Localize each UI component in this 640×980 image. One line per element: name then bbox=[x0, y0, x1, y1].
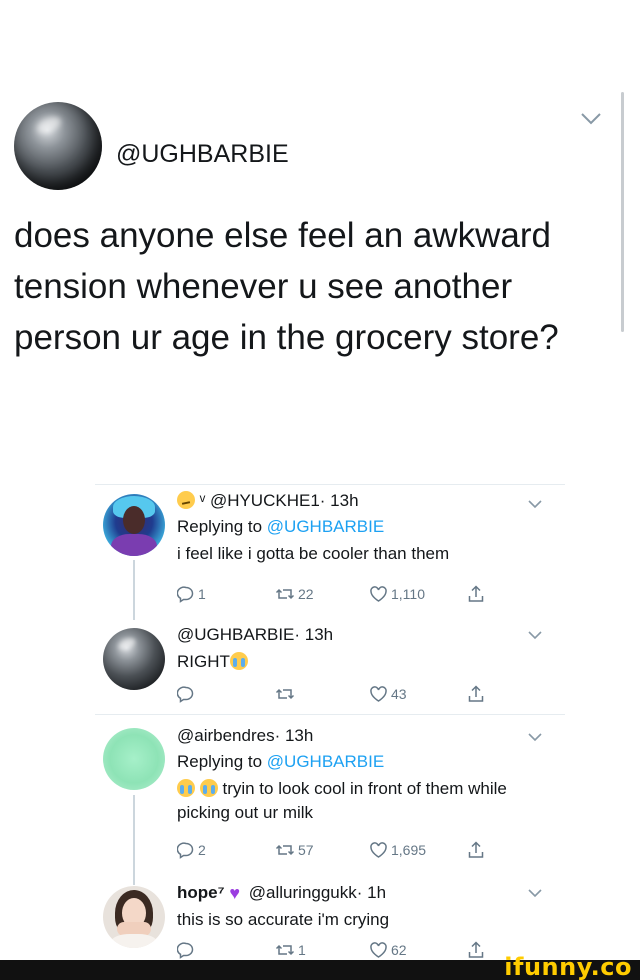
share-action[interactable] bbox=[467, 840, 485, 860]
action-bar: 1 62 bbox=[177, 940, 487, 960]
retweet-action[interactable] bbox=[275, 684, 298, 704]
divider bbox=[95, 714, 565, 715]
reply-action[interactable]: 1 bbox=[177, 584, 206, 604]
reply-display-name[interactable]: hope⁷ bbox=[177, 883, 225, 902]
crying-face-icon bbox=[177, 779, 195, 797]
crying-face-icon bbox=[199, 779, 218, 797]
reply-action[interactable] bbox=[177, 684, 198, 704]
verified-badge: ᵛ bbox=[199, 491, 206, 510]
reply-icon bbox=[177, 842, 194, 859]
thread-line bbox=[133, 795, 135, 885]
reply-handle[interactable]: @airbendres bbox=[177, 726, 275, 745]
replying-to-mention[interactable]: @UGHBARBIE bbox=[267, 752, 384, 771]
reply-icon bbox=[177, 686, 194, 703]
retweet-count: 57 bbox=[298, 842, 314, 858]
reply-text: i feel like i gotta be cooler than them bbox=[177, 544, 450, 563]
reply-count: 1 bbox=[198, 586, 206, 602]
replying-to-label: Replying to bbox=[177, 752, 263, 771]
reply-tweet: @airbendres· 13h Replying to @UGHBARBIE … bbox=[177, 725, 557, 825]
retweet-icon bbox=[275, 844, 295, 856]
action-bar: 43 bbox=[177, 684, 487, 704]
retweet-icon bbox=[275, 944, 295, 956]
like-action[interactable]: 62 bbox=[369, 940, 407, 960]
retweet-count: 22 bbox=[298, 586, 314, 602]
replying-to-label: Replying to bbox=[177, 517, 263, 536]
reply-text: this is so accurate i'm crying bbox=[177, 910, 390, 929]
replying-to-mention[interactable]: @UGHBARBIE bbox=[267, 517, 384, 536]
scrollbar[interactable] bbox=[621, 92, 624, 332]
avatar[interactable] bbox=[103, 728, 165, 790]
main-tweet-avatar[interactable] bbox=[14, 102, 102, 190]
reply-icon bbox=[177, 942, 194, 959]
share-icon bbox=[468, 685, 484, 702]
like-icon bbox=[370, 686, 387, 702]
divider bbox=[95, 484, 565, 485]
like-count: 1,695 bbox=[391, 842, 427, 858]
like-count: 1,110 bbox=[391, 586, 425, 602]
like-icon bbox=[370, 586, 387, 602]
share-action[interactable] bbox=[467, 684, 485, 704]
share-icon bbox=[468, 841, 484, 858]
like-action[interactable]: 43 bbox=[369, 684, 407, 704]
replying-to: Replying to @UGHBARBIE bbox=[177, 516, 557, 538]
reply-action[interactable] bbox=[177, 940, 198, 960]
action-bar: 1 22 1,110 bbox=[177, 584, 487, 604]
thread-line bbox=[133, 560, 135, 620]
chevron-down-icon[interactable] bbox=[527, 630, 543, 640]
reply-icon bbox=[177, 586, 194, 603]
chevron-down-icon[interactable] bbox=[527, 888, 543, 898]
retweet-count: 1 bbox=[298, 942, 306, 958]
reply-tweet: @UGHBARBIE· 13h RIGHT bbox=[177, 624, 557, 674]
reply-handle[interactable]: @alluringgukk bbox=[249, 883, 357, 902]
reply-count: 2 bbox=[198, 842, 206, 858]
like-action[interactable]: 1,110 bbox=[369, 584, 425, 604]
watermark-bar: ifunny.co bbox=[0, 954, 640, 980]
chevron-down-icon[interactable] bbox=[580, 112, 602, 126]
retweet-icon bbox=[275, 688, 295, 700]
retweet-icon bbox=[275, 588, 295, 600]
share-icon bbox=[468, 941, 484, 958]
reply-handle[interactable]: @UGHBARBIE bbox=[177, 625, 294, 644]
reply-text: tryin to look cool in front of them whil… bbox=[177, 779, 507, 822]
reply-header: @airbendres· 13h bbox=[177, 725, 557, 747]
reply-text-row: tryin to look cool in front of them whil… bbox=[177, 777, 557, 825]
avatar[interactable] bbox=[103, 886, 165, 948]
smirk-face-icon bbox=[177, 491, 195, 509]
reply-time[interactable]: · 13h bbox=[320, 491, 359, 510]
action-bar: 2 57 1,695 bbox=[177, 840, 487, 860]
avatar[interactable] bbox=[103, 494, 165, 556]
chevron-down-icon[interactable] bbox=[527, 499, 543, 509]
like-icon bbox=[370, 842, 387, 858]
share-action[interactable] bbox=[467, 584, 485, 604]
like-icon bbox=[370, 942, 387, 958]
reply-time[interactable]: · 1h bbox=[357, 883, 386, 902]
crying-face-icon bbox=[229, 652, 248, 670]
avatar[interactable] bbox=[103, 628, 165, 690]
main-tweet-text: does anyone else feel an awkward tension… bbox=[14, 216, 559, 357]
ifunny-logo: ifunny.co bbox=[504, 953, 632, 980]
replying-to: Replying to @UGHBARBIE bbox=[177, 751, 557, 773]
like-count: 43 bbox=[391, 686, 407, 702]
reply-time[interactable]: · 13h bbox=[275, 726, 314, 745]
reply-time[interactable]: · 13h bbox=[294, 625, 333, 644]
reply-action[interactable]: 2 bbox=[177, 840, 206, 860]
like-action[interactable]: 1,695 bbox=[369, 840, 426, 860]
retweet-action[interactable]: 1 bbox=[275, 940, 306, 960]
share-icon bbox=[468, 585, 484, 602]
reply-text: RIGHT bbox=[177, 652, 230, 671]
retweet-action[interactable]: 22 bbox=[275, 584, 314, 604]
purple-heart-icon: ♥ bbox=[229, 883, 241, 903]
reply-tweet: hope⁷ ♥ @alluringgukk· 1h this is so acc… bbox=[177, 882, 557, 932]
reply-text-row: RIGHT bbox=[177, 650, 557, 674]
retweet-action[interactable]: 57 bbox=[275, 840, 314, 860]
reply-header: @UGHBARBIE· 13h bbox=[177, 624, 557, 646]
reply-header: ᵛ @HYUCKHE1· 13h bbox=[177, 490, 557, 512]
reply-tweet: ᵛ @HYUCKHE1· 13h Replying to @UGHBARBIE … bbox=[177, 490, 557, 566]
main-tweet-handle[interactable]: @UGHBARBIE bbox=[116, 140, 289, 169]
like-count: 62 bbox=[391, 942, 407, 958]
reply-handle[interactable]: @HYUCKHE1 bbox=[210, 491, 320, 510]
chevron-down-icon[interactable] bbox=[527, 732, 543, 742]
reply-header: hope⁷ ♥ @alluringgukk· 1h bbox=[177, 882, 557, 904]
share-action[interactable] bbox=[467, 940, 485, 960]
